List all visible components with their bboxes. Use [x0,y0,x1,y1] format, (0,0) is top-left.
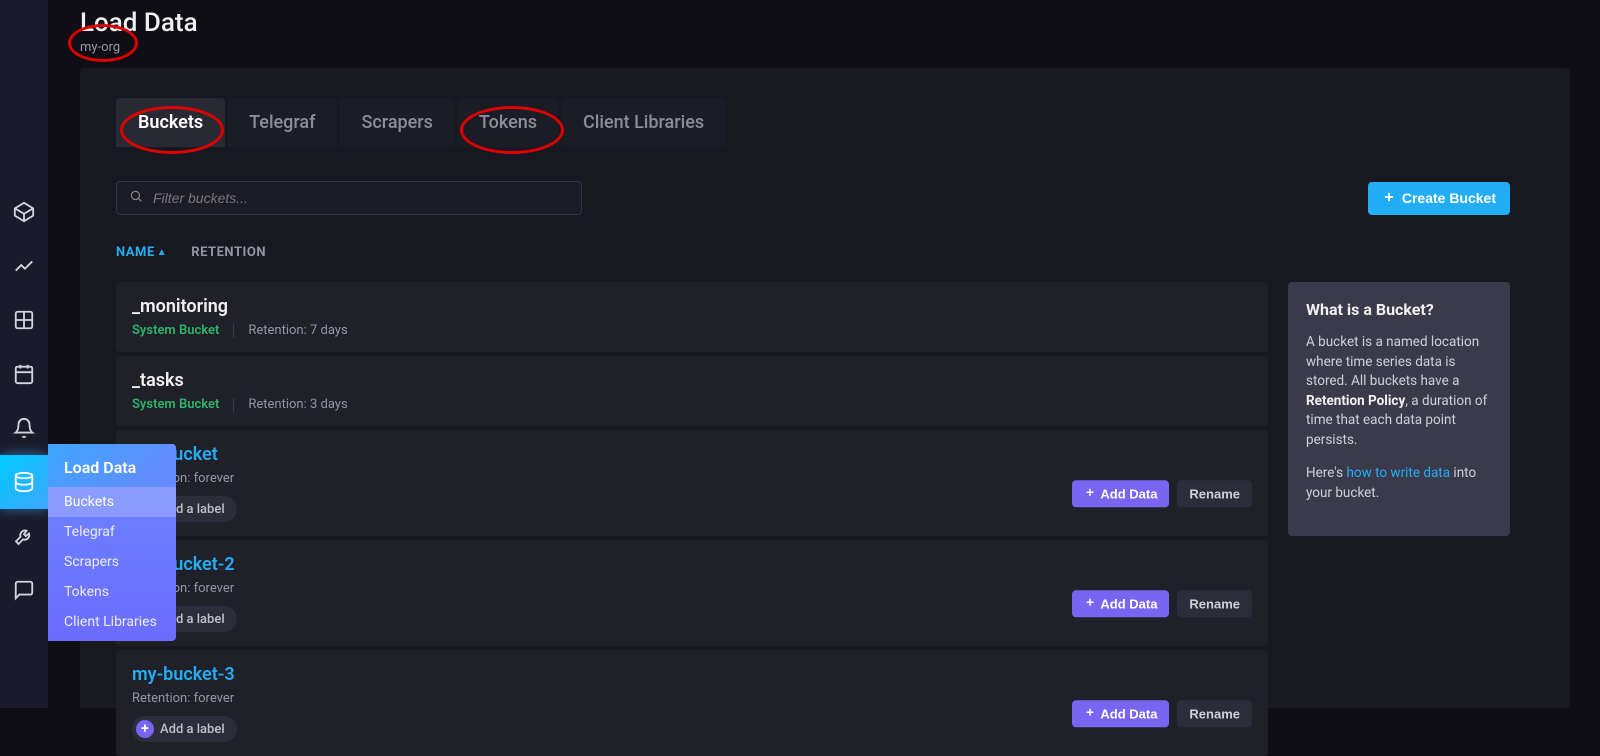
nav-rail [0,0,48,708]
plus-icon [1382,190,1396,207]
divider [233,398,234,412]
tab-telegraf[interactable]: Telegraf [227,98,337,147]
popup-title: Load Data [48,444,176,487]
add-data-button[interactable]: Add Data [1072,480,1169,507]
nav-feedback-icon[interactable] [0,563,48,617]
info-panel: What is a Bucket? A bucket is a named lo… [1288,282,1510,536]
divider [233,324,234,338]
rename-button[interactable]: Rename [1177,590,1252,617]
plus-icon: + [136,720,154,738]
bucket-row: my-bucket-3 Retention: forever + Add a l… [116,650,1268,756]
tab-buckets[interactable]: Buckets [116,98,225,147]
plus-icon [1084,706,1096,721]
bucket-row: _monitoring System Bucket Retention: 7 d… [116,282,1268,352]
bucket-name[interactable]: _monitoring [132,296,1252,317]
tabs: Buckets Telegraf Scrapers Tokens Client … [80,68,1570,147]
bucket-name[interactable]: my-bucket [132,444,1252,465]
bucket-row: my-bucket-2 Retention: forever + Add a l… [116,540,1268,646]
list-area: _monitoring System Bucket Retention: 7 d… [80,272,1570,756]
nav-alerts-icon[interactable] [0,401,48,455]
search-input[interactable] [153,190,569,206]
bucket-retention: Retention: 7 days [248,323,347,338]
popup-item-scrapers[interactable]: Scrapers [48,547,176,577]
add-data-button[interactable]: Add Data [1072,700,1169,727]
rename-button[interactable]: Rename [1177,700,1252,727]
bucket-retention: Retention: 3 days [248,397,347,412]
bucket-name[interactable]: my-bucket-2 [132,554,1252,575]
rename-button[interactable]: Rename [1177,480,1252,507]
system-badge: System Bucket [132,323,219,338]
nav-dashboards-icon[interactable] [0,293,48,347]
bucket-row: my-bucket Retention: forever + Add a lab… [116,430,1268,536]
popup-item-telegraf[interactable]: Telegraf [48,517,176,547]
nav-tasks-icon[interactable] [0,347,48,401]
info-title: What is a Bucket? [1306,300,1492,319]
sort-retention[interactable]: RETENTION [191,245,266,260]
sort-name[interactable]: NAME▲ [116,245,167,260]
info-panel-column: What is a Bucket? A bucket is a named lo… [1288,282,1510,536]
filter-row: Create Bucket [80,147,1570,215]
add-label-text: Add a label [160,722,225,737]
plus-icon [1084,596,1096,611]
bucket-retention: Retention: forever [132,691,234,706]
search-box[interactable] [116,181,582,215]
load-data-popup: Load Data Buckets Telegraf Scrapers Toke… [48,444,176,641]
bucket-name[interactable]: _tasks [132,370,1252,391]
popup-item-tokens[interactable]: Tokens [48,577,176,607]
search-icon [129,189,143,207]
page-title: Load Data [80,0,1600,38]
info-paragraph-1: A bucket is a named location where time … [1306,333,1492,450]
nav-cube-icon[interactable] [0,185,48,239]
sort-caret-icon: ▲ [157,247,167,258]
info-paragraph-2: Here's how to write data into your bucke… [1306,464,1492,503]
bucket-row: _tasks System Bucket Retention: 3 days [116,356,1268,426]
info-link-write-data[interactable]: how to write data [1346,465,1450,481]
system-badge: System Bucket [132,397,219,412]
main: Load Data my-org Buckets Telegraf Scrape… [80,0,1600,708]
popup-item-buckets[interactable]: Buckets [48,487,176,517]
nav-settings-icon[interactable] [0,509,48,563]
content-panel: Buckets Telegraf Scrapers Tokens Client … [80,68,1570,708]
tab-client-libraries[interactable]: Client Libraries [561,98,726,147]
popup-item-client-libraries[interactable]: Client Libraries [48,607,176,637]
tab-tokens[interactable]: Tokens [457,98,559,147]
sort-row: NAME▲ RETENTION [80,215,1570,272]
create-bucket-button[interactable]: Create Bucket [1368,182,1510,215]
nav-explore-icon[interactable] [0,239,48,293]
bucket-list: _monitoring System Bucket Retention: 7 d… [116,282,1268,756]
page-org: my-org [80,40,1600,55]
add-data-button[interactable]: Add Data [1072,590,1169,617]
create-bucket-label: Create Bucket [1402,190,1496,206]
bucket-name[interactable]: my-bucket-3 [132,664,1252,685]
add-label-chip[interactable]: + Add a label [132,716,237,742]
tab-scrapers[interactable]: Scrapers [339,98,454,147]
plus-icon [1084,486,1096,501]
nav-load-data-icon[interactable] [0,455,48,509]
